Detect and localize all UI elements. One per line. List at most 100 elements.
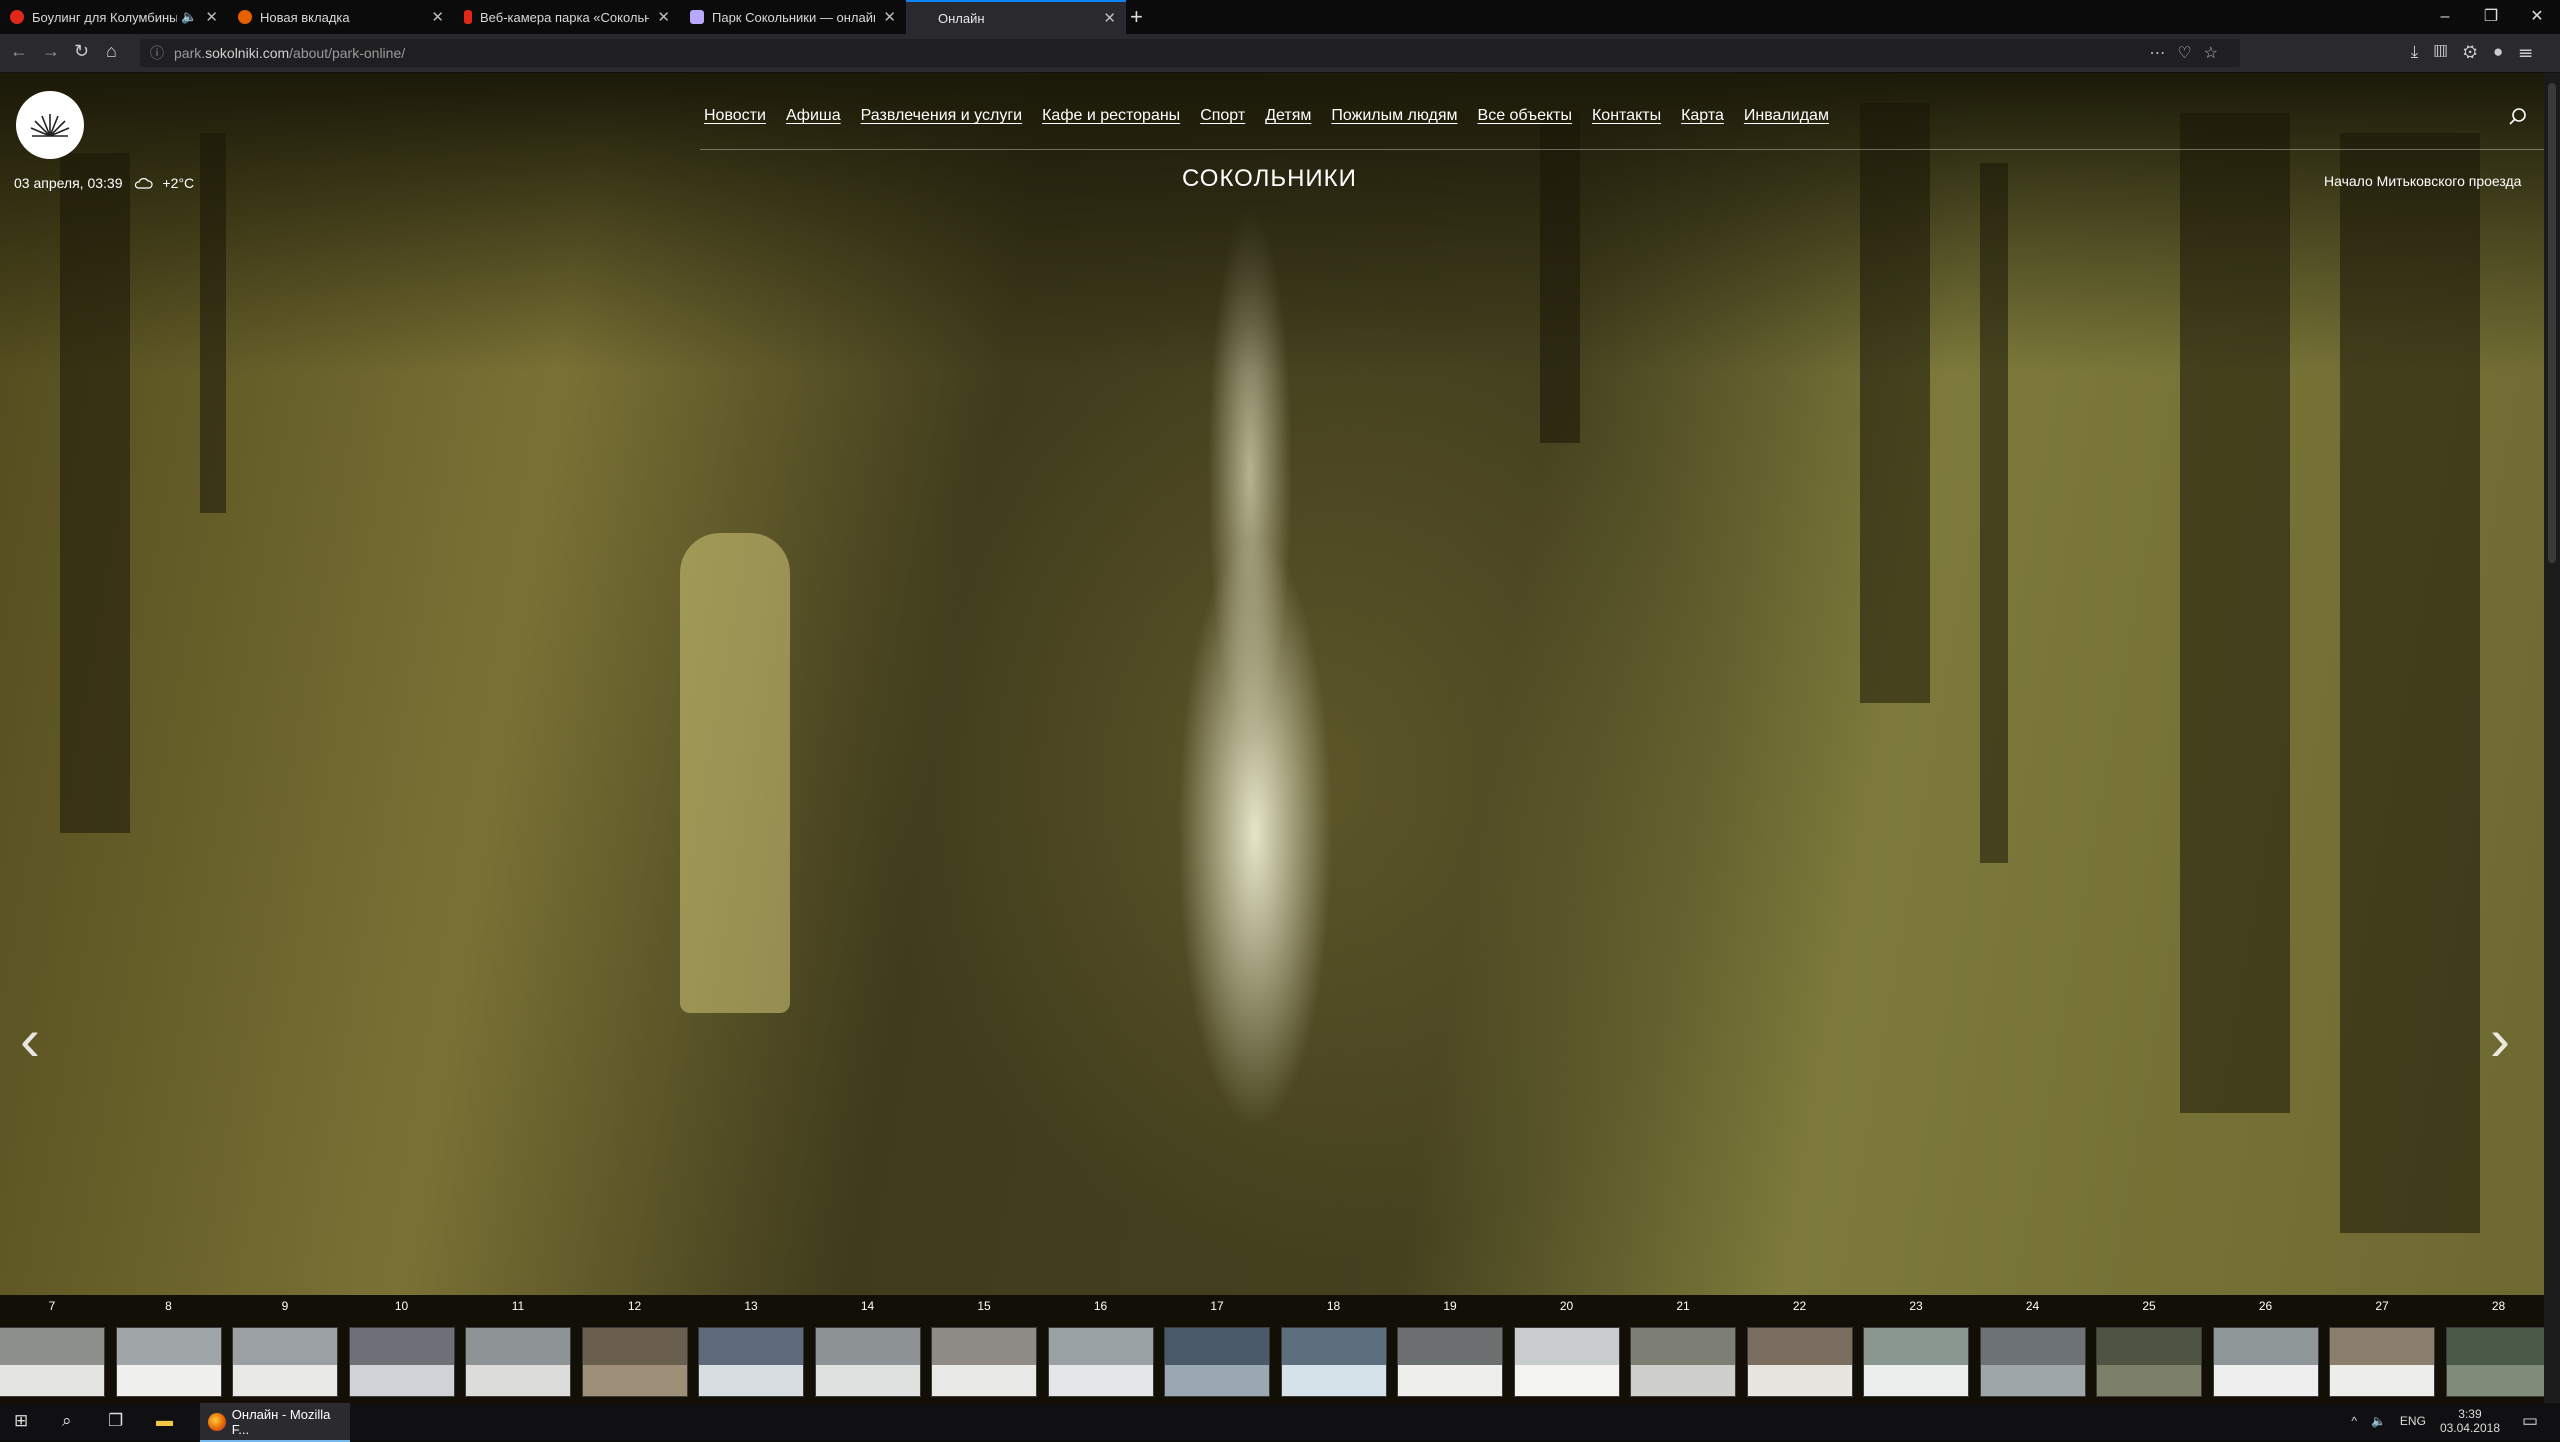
nav-all-objects[interactable]: Все объекты: [1478, 107, 1572, 125]
taskbar-app-label: Онлайн - Mozilla F...: [231, 1406, 331, 1437]
camera-thumbnail[interactable]: [2212, 1327, 2319, 1397]
camera-thumbnail[interactable]: [1979, 1327, 2086, 1397]
thumbnail-sky: [582, 1328, 687, 1366]
thumbnail-ground: [233, 1365, 337, 1396]
tray-expand-icon[interactable]: ^: [2351, 1414, 2357, 1428]
thumbnail-number: 9: [281, 1299, 289, 1313]
close-window-button[interactable]: ✕: [2514, 0, 2560, 34]
toolbar-icons[interactable]: ⤓▥⚙●☰: [2411, 42, 2548, 62]
thumbnail-number: 27: [2375, 1299, 2389, 1313]
language-indicator[interactable]: ENG: [2400, 1414, 2426, 1428]
speaker-icon[interactable]: 🔈: [181, 9, 197, 25]
windows-start-icon[interactable]: ⊞: [14, 1411, 28, 1431]
thumbnail-sky: [1864, 1328, 1968, 1366]
camera-thumbnail[interactable]: [2329, 1327, 2435, 1397]
thumbnail-sky: [466, 1328, 570, 1366]
nav-news[interactable]: Новости: [704, 107, 766, 125]
tab-favicon-icon: [10, 10, 24, 24]
nav-contacts[interactable]: Контакты: [1592, 107, 1661, 125]
camera-thumbnail[interactable]: [1513, 1327, 1620, 1397]
camera-thumbnail[interactable]: [1397, 1327, 1503, 1397]
tab-bowling[interactable]: Боулинг для Колумбины 🔈 ✕: [0, 0, 228, 34]
tab-online[interactable]: Онлайн ✕: [906, 0, 1126, 34]
thumbnail-sky: [116, 1328, 221, 1366]
thumbnail-number: 22: [1792, 1299, 1807, 1313]
task-view-icon[interactable]: ❐: [108, 1411, 123, 1431]
site-info-icon[interactable]: ⓘ: [150, 43, 164, 63]
nav-events[interactable]: Афиша: [786, 107, 841, 125]
camera-thumbnail[interactable]: [1047, 1327, 1154, 1397]
nav-entertainment[interactable]: Развлечения и услуги: [861, 107, 1022, 125]
tab-park-online[interactable]: Парк Сокольники — онлайн ✕: [680, 0, 906, 34]
camera-thumbnail[interactable]: [1863, 1327, 1969, 1397]
camera-thumbnail[interactable]: [698, 1327, 804, 1397]
close-tab-icon[interactable]: ✕: [657, 8, 670, 26]
camera-thumbnail[interactable]: [465, 1327, 571, 1397]
volume-icon[interactable]: 🔈: [2371, 1414, 2386, 1428]
camera-thumbnail[interactable]: [1164, 1327, 1270, 1397]
nav-cafes[interactable]: Кафе и рестораны: [1042, 107, 1180, 125]
camera-thumbnail[interactable]: [581, 1327, 688, 1397]
thumbnail-number: 21: [1676, 1299, 1690, 1313]
camera-name: Начало Митьковского проезда: [2324, 173, 2522, 189]
camera-thumbnail[interactable]: [115, 1327, 222, 1397]
camera-thumbnail[interactable]: [348, 1327, 455, 1397]
nav-disabled[interactable]: Инвалидам: [1744, 107, 1829, 125]
thumbnail-ground: [2097, 1365, 2201, 1396]
tab-new-tab[interactable]: Новая вкладка ✕: [228, 0, 454, 34]
prev-camera-button[interactable]: ‹: [20, 1005, 40, 1074]
thumbnail-number: 26: [2258, 1299, 2273, 1313]
camera-thumbnail[interactable]: [2096, 1327, 2202, 1397]
nav-sport[interactable]: Спорт: [1200, 107, 1245, 125]
camera-thumbnail[interactable]: [232, 1327, 338, 1397]
next-camera-button[interactable]: ›: [2490, 1005, 2510, 1074]
maximize-button[interactable]: ❐: [2468, 0, 2514, 34]
notifications-icon[interactable]: ▭: [2522, 1411, 2538, 1431]
file-explorer-icon[interactable]: ▬: [156, 1411, 173, 1431]
close-tab-icon[interactable]: ✕: [205, 8, 218, 26]
search-icon[interactable]: ⌕: [62, 1411, 72, 1431]
tree-trunk: [1540, 113, 1580, 443]
new-tab-button[interactable]: +: [1130, 4, 1143, 30]
address-bar[interactable]: ⓘ park. sokolniki.com/about/park-online/ …: [140, 39, 2240, 67]
thumbnail-sky: [1514, 1328, 1619, 1366]
home-icon[interactable]: ⌂: [106, 41, 117, 62]
close-tab-icon[interactable]: ✕: [431, 8, 444, 26]
close-tab-icon[interactable]: ✕: [883, 8, 896, 26]
scrollbar-thumb[interactable]: [2548, 83, 2556, 563]
tree-trunk: [200, 133, 226, 513]
nav-map[interactable]: Карта: [1681, 107, 1724, 125]
camera-thumbnail[interactable]: [1746, 1327, 1853, 1397]
taskbar-firefox-app[interactable]: Онлайн - Mozilla F...: [200, 1403, 350, 1442]
thumbnail-ground: [2330, 1365, 2434, 1396]
firefox-icon: [238, 10, 252, 24]
thumbnail-sky: [1631, 1328, 1735, 1366]
thumbnail-number: 14: [860, 1299, 875, 1313]
nav-children[interactable]: Детям: [1265, 107, 1311, 125]
close-tab-icon[interactable]: ✕: [1103, 9, 1116, 27]
tab-webcam[interactable]: Веб-камера парка «Сокольн ✕: [454, 0, 680, 34]
search-icon[interactable]: [2508, 107, 2528, 127]
thumbnail-sky: [1980, 1328, 2085, 1366]
camera-thumbnail[interactable]: [931, 1327, 1037, 1397]
page-actions-icons[interactable]: ⋯♡☆: [2149, 43, 2230, 63]
sokolniki-logo[interactable]: [16, 91, 84, 159]
camera-thumbnail[interactable]: [0, 1327, 105, 1397]
url-prefix: park.: [174, 45, 206, 61]
forward-icon[interactable]: →: [42, 41, 60, 62]
camera-thumbnail[interactable]: [1280, 1327, 1387, 1397]
thumbnail-number: 18: [1326, 1299, 1341, 1313]
camera-thumbnail[interactable]: [1630, 1327, 1736, 1397]
back-icon[interactable]: ←: [10, 41, 28, 62]
thumbnail-ground: [116, 1365, 221, 1396]
thumbnail-number: 25: [2142, 1299, 2156, 1313]
clock[interactable]: 3:39 03.04.2018: [2440, 1407, 2500, 1435]
nav-seniors[interactable]: Пожилым людям: [1331, 107, 1457, 125]
minimize-button[interactable]: –: [2422, 0, 2468, 34]
site-favicon-icon: [690, 10, 704, 24]
thumbnail-ground: [1864, 1365, 1968, 1396]
page-scrollbar[interactable]: [2544, 73, 2560, 1403]
reload-icon[interactable]: ↻: [74, 41, 89, 62]
camera-thumbnail[interactable]: [2445, 1327, 2544, 1397]
camera-thumbnail[interactable]: [814, 1327, 921, 1397]
